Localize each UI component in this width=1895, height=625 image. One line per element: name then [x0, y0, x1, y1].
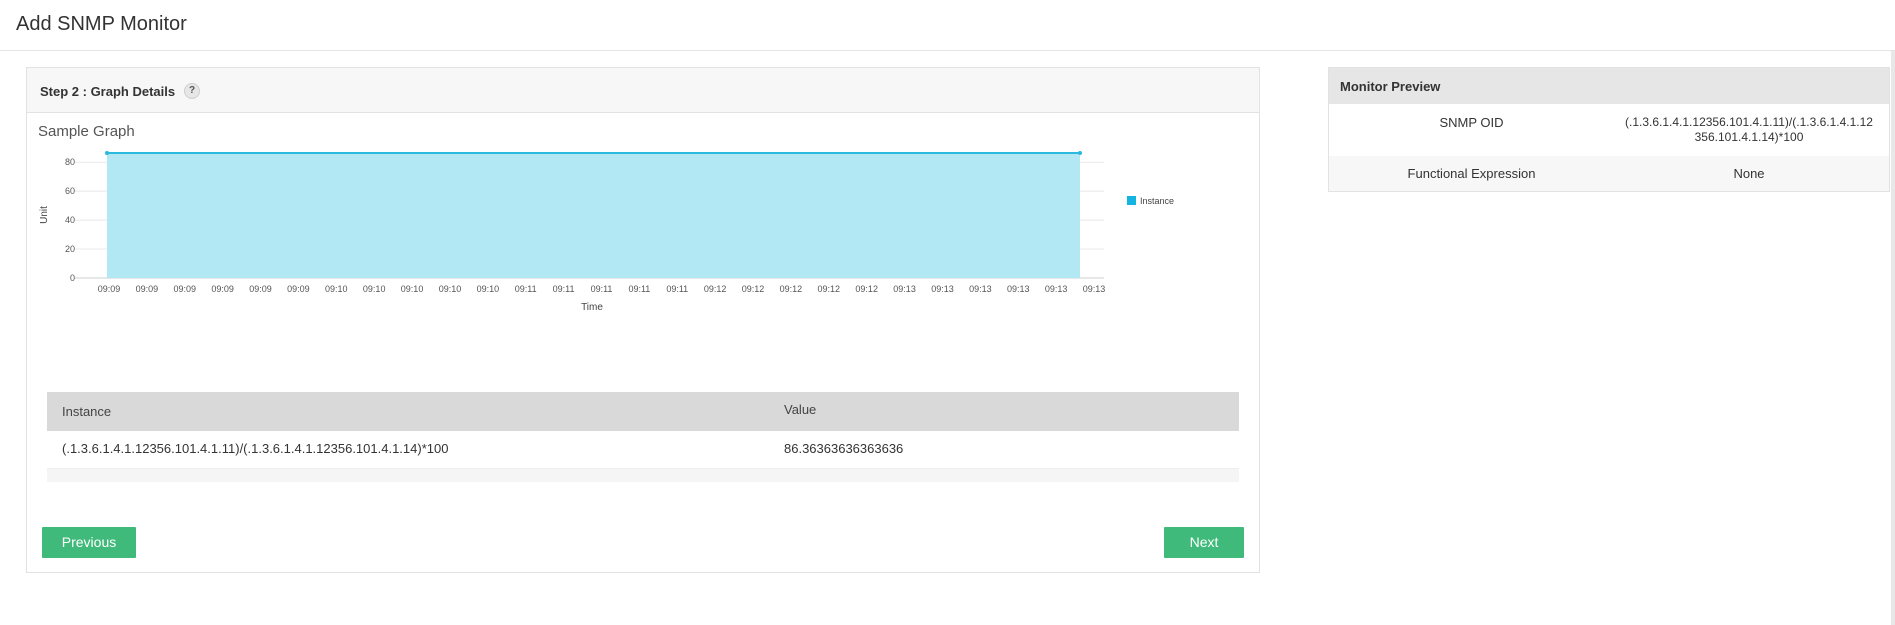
x-tick-label: 09:12	[704, 284, 727, 294]
next-button[interactable]: Next	[1164, 527, 1244, 558]
x-tick-label: 09:09	[136, 284, 159, 294]
snmp-oid-value-line1: (.1.3.6.1.4.1.12356.101.4.1.11)/(.1.3.6.…	[1625, 115, 1873, 129]
preview-row-snmp-oid: SNMP OID (.1.3.6.1.4.1.12356.101.4.1.11)…	[1329, 104, 1889, 156]
table-header: Instance Value	[47, 392, 1239, 431]
x-tick-label: 09:11	[515, 284, 537, 294]
y-tick-label: 0	[70, 273, 75, 283]
column-header-value: Value	[784, 402, 817, 417]
x-tick-label: 09:09	[174, 284, 197, 294]
monitor-preview-panel: Monitor Preview SNMP OID (.1.3.6.1.4.1.1…	[1328, 67, 1890, 192]
x-tick-label: 09:12	[780, 284, 803, 294]
step-header: Step 2 : Graph Details ?	[27, 68, 1259, 113]
x-tick-label: 09:13	[969, 284, 992, 294]
x-tick-label: 09:10	[363, 284, 386, 294]
instance-cell: (.1.3.6.1.4.1.12356.101.4.1.11)/(.1.3.6.…	[62, 441, 449, 456]
x-tick-label: 09:13	[1045, 284, 1068, 294]
data-point	[105, 151, 109, 155]
legend-swatch-instance	[1127, 196, 1136, 205]
x-tick-label: 09:10	[401, 284, 424, 294]
value-cell: 86.36363636363636	[784, 441, 904, 456]
previous-button[interactable]: Previous	[42, 527, 136, 558]
x-tick-label: 09:10	[325, 284, 348, 294]
functional-expression-label: Functional Expression	[1407, 166, 1536, 181]
help-icon[interactable]: ?	[184, 83, 200, 99]
table-row: (.1.3.6.1.4.1.12356.101.4.1.11)/(.1.3.6.…	[47, 431, 1239, 469]
snmp-oid-value: (.1.3.6.1.4.1.12356.101.4.1.11)/(.1.3.6.…	[1619, 115, 1879, 145]
page-scrollbar[interactable]	[1891, 51, 1895, 625]
x-tick-label: 09:13	[931, 284, 954, 294]
preview-title: Monitor Preview	[1340, 79, 1441, 94]
data-point	[1078, 151, 1082, 155]
y-axis-label: Unit	[39, 206, 50, 224]
snmp-oid-value-line2: 356.101.4.1.14)*100	[1694, 130, 1804, 144]
x-tick-label: 09:09	[98, 284, 121, 294]
snmp-oid-label: SNMP OID	[1439, 115, 1504, 130]
x-tick-label: 09:11	[628, 284, 650, 294]
x-axis-label: Time	[581, 302, 603, 313]
column-header-instance: Instance	[62, 404, 112, 419]
x-tick-label: 09:10	[477, 284, 500, 294]
x-tick-label: 09:13	[1007, 284, 1030, 294]
y-tick-label: 60	[65, 186, 75, 196]
preview-row-functional-expression: Functional Expression None	[1329, 156, 1889, 191]
graph-details-panel: Step 2 : Graph Details ? Sample Graph 02…	[26, 67, 1260, 573]
x-tick-label: 09:09	[211, 284, 234, 294]
x-tick-label: 09:09	[287, 284, 310, 294]
functional-expression-value: None	[1733, 166, 1765, 181]
instance-value-table: Instance Value (.1.3.6.1.4.1.12356.101.4…	[47, 392, 1239, 482]
sample-graph-chart: 0 20 40 60 80 09:09 09:09 09:09 09:09 09:09 09:09 0…	[39, 151, 1174, 313]
x-tick-label: 09:10	[439, 284, 462, 294]
x-tick-label: 09:13	[893, 284, 916, 294]
x-tick-label: 09:13	[1083, 284, 1106, 294]
legend-label-instance: Instance	[1140, 196, 1174, 206]
x-tick-label: 09:11	[666, 284, 688, 294]
x-tick-label: 09:12	[818, 284, 841, 294]
x-tick-label: 09:12	[855, 284, 878, 294]
page-title: Add SNMP Monitor	[16, 13, 187, 35]
x-tick-label: 09:12	[742, 284, 765, 294]
page-header: Add SNMP Monitor	[0, 0, 1895, 51]
table-footer	[47, 469, 1239, 482]
series-area-instance	[107, 153, 1080, 278]
y-tick-label: 40	[65, 215, 75, 225]
step-title: Step 2 : Graph Details	[40, 84, 176, 99]
preview-header: Monitor Preview	[1329, 68, 1889, 104]
x-tick-label: 09:11	[591, 284, 613, 294]
y-tick-label: 80	[65, 157, 75, 167]
x-tick-label: 09:11	[553, 284, 575, 294]
y-tick-label: 20	[65, 244, 75, 254]
x-tick-label: 09:09	[249, 284, 272, 294]
